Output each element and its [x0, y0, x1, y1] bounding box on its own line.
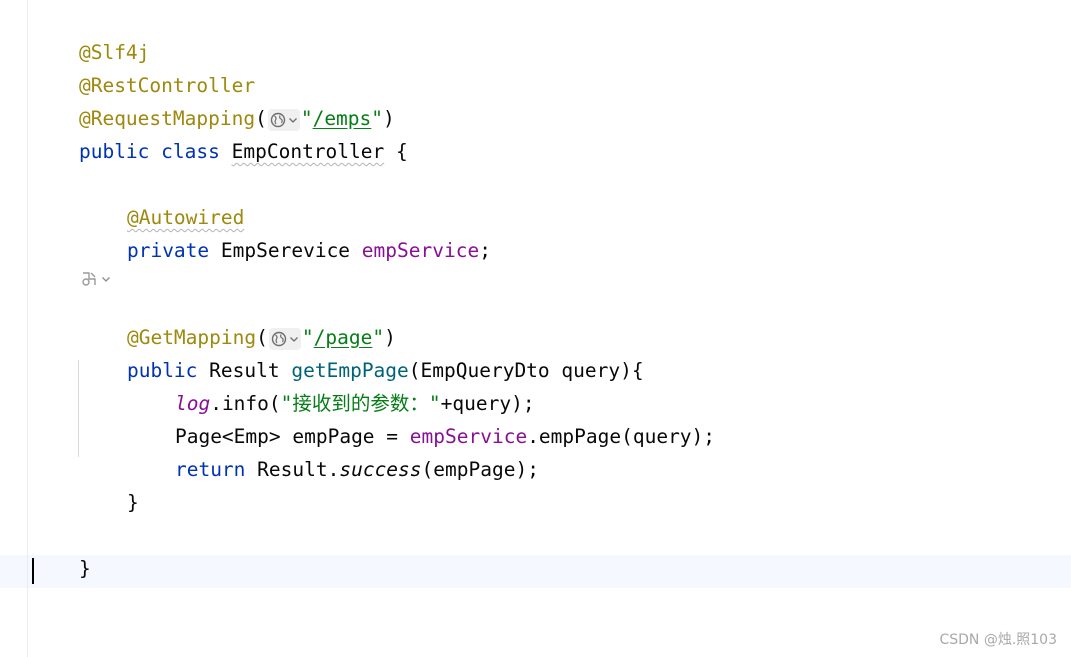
keyword-public: public — [78, 140, 150, 163]
watermark: CSDN @烛.照103 — [939, 632, 1057, 648]
code-editor[interactable]: @Slf4j @RestController @RequestMapping("… — [0, 0, 1071, 657]
current-line-highlight — [0, 555, 1071, 588]
code-line-12[interactable]: Page<Emp> empPage = empService.empPage(q… — [128, 392, 715, 448]
field-name: empService — [361, 239, 480, 262]
code-line-9[interactable]: @GetMapping("/page") — [80, 293, 396, 350]
code-line-4[interactable]: public class EmpController { — [32, 107, 408, 163]
code-line-13[interactable]: return Result.success(empPage); — [128, 425, 539, 481]
class-name[interactable]: EmpController — [232, 140, 385, 163]
code-line-7[interactable]: private EmpSerevice empService; — [80, 206, 491, 262]
brace-close: } — [126, 491, 139, 514]
code-line-2[interactable]: @RestController — [32, 41, 255, 97]
semicolon: ; — [479, 239, 491, 262]
text-caret — [32, 558, 34, 584]
result-ref: Result. — [245, 458, 340, 481]
code-line-14[interactable]: } — [80, 458, 139, 514]
field-type: EmpSerevice — [220, 239, 351, 262]
success-method: success — [339, 458, 422, 481]
success-args: (empPage); — [421, 458, 539, 481]
code-line-16[interactable]: } — [32, 524, 91, 580]
keyword-class: class — [161, 140, 220, 163]
code-line-1[interactable]: @Slf4j — [32, 8, 149, 64]
keyword-return: return — [174, 458, 246, 481]
indent-guide — [78, 360, 79, 457]
chevron-down-icon — [102, 277, 110, 282]
gutter-divider — [27, 0, 28, 657]
endpoint-gutter-icon[interactable] — [80, 270, 111, 288]
brace-open: { — [396, 140, 408, 163]
code-line-10[interactable]: public Result getEmpPage(EmpQueryDto que… — [80, 326, 644, 382]
service-call: .empPage(query); — [527, 425, 716, 448]
brace-close: } — [78, 557, 91, 580]
code-line-11[interactable]: log.info("接收到的参数："+query); — [128, 359, 535, 415]
code-line-3[interactable]: @RequestMapping("/emps") — [32, 74, 395, 131]
keyword-private: private — [126, 239, 210, 262]
code-line-6[interactable]: @Autowired — [80, 173, 244, 229]
